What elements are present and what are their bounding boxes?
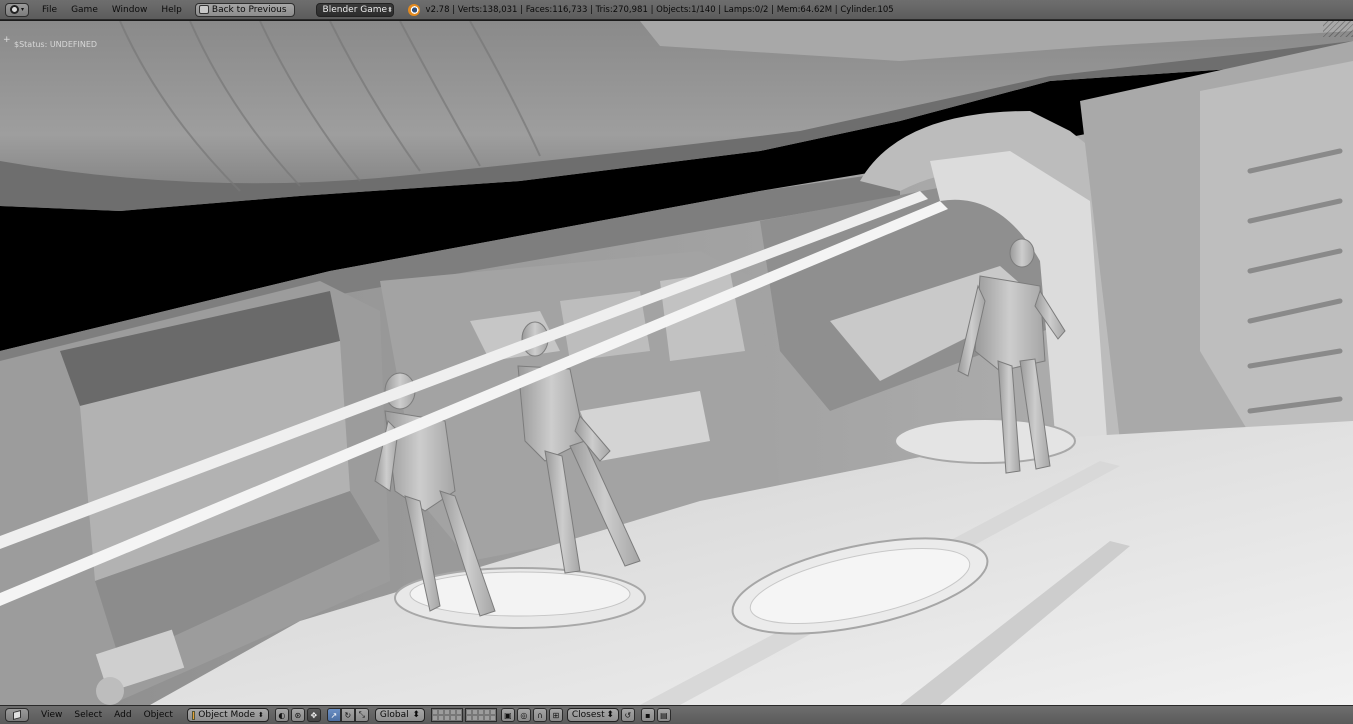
layer-block-1[interactable] — [430, 708, 463, 722]
menu-help[interactable]: Help — [154, 5, 189, 15]
area-split-handle[interactable] — [1323, 21, 1353, 37]
3d-view-icon — [13, 709, 21, 721]
transform-orientation-select[interactable]: Global ⬍ — [374, 708, 425, 722]
info-header: ▾ File Game Window Help Back to Previous… — [0, 0, 1353, 20]
align-rotation-button[interactable]: ↺ — [620, 708, 635, 722]
manipulator-icon: ✥ — [310, 710, 318, 720]
viewport-render — [0, 21, 1353, 705]
proportional-editing-button[interactable]: ◎ — [516, 708, 531, 722]
blender-logo-icon — [407, 3, 420, 16]
arrow-icon: ↗ — [330, 710, 338, 720]
info-icon — [9, 5, 19, 14]
updown-arrows-icon: ⬍ — [387, 5, 393, 14]
rotate-icon: ↻ — [344, 710, 352, 720]
transform-orientation-value: Global — [379, 710, 409, 720]
scale-icon: ⤡ — [358, 710, 366, 719]
lock-icon: ▣ — [504, 710, 512, 720]
updown-arrows-icon: ⬍ — [606, 710, 614, 720]
pivot-point-button[interactable]: ⊛ — [290, 708, 305, 722]
menu-add[interactable]: Add — [108, 710, 137, 720]
pivot-icon: ⊛ — [294, 710, 302, 720]
menu-object[interactable]: Object — [138, 710, 179, 720]
snap-target-value: Closest — [571, 710, 605, 720]
menu-view[interactable]: View — [35, 710, 68, 720]
menu-select[interactable]: Select — [68, 710, 108, 720]
interaction-mode-select[interactable]: Object Mode ⬍ — [186, 708, 269, 722]
back-to-previous-button[interactable]: Back to Previous — [194, 2, 295, 17]
manipulator-toggle[interactable]: ✥ — [306, 708, 321, 722]
menu-file[interactable]: File — [35, 5, 64, 15]
menu-game[interactable]: Game — [64, 5, 105, 15]
viewport-shading-button[interactable]: ◐ — [274, 708, 289, 722]
plus-icon[interactable]: + — [3, 35, 11, 45]
snap-target-select[interactable]: Closest ⬍ — [566, 708, 619, 722]
object-mode-icon — [191, 710, 196, 720]
updown-arrows-icon: ⬍ — [258, 711, 264, 719]
editor-type-button[interactable] — [5, 708, 29, 722]
manipulator-mode-group: ↗ ↻ ⤡ — [326, 708, 369, 722]
opengl-render-animation-button[interactable]: ▤ — [656, 708, 671, 722]
menu-window[interactable]: Window — [105, 5, 155, 15]
chevron-down-icon: ▾ — [20, 6, 24, 13]
lock-layers-button[interactable]: ▣ — [500, 708, 515, 722]
game-status-text: $Status: UNDEFINED — [14, 40, 98, 49]
layer-buttons[interactable] — [430, 708, 497, 722]
interaction-mode-value: Object Mode — [198, 710, 255, 720]
snap-increment-icon: ⊞ — [552, 710, 560, 720]
scene-statistics: v2.78 | Verts:138,031 | Faces:116,733 | … — [425, 4, 894, 15]
3d-viewport[interactable]: + $Status: UNDEFINED — [0, 21, 1353, 705]
back-to-previous-label: Back to Previous — [211, 4, 287, 15]
snap-toggle-button[interactable]: ∩ — [532, 708, 547, 722]
film-icon: ▤ — [660, 710, 668, 720]
3d-view-header: View Select Add Object Object Mode ⬍ ◐ ⊛… — [0, 705, 1353, 724]
proportional-icon: ◎ — [520, 710, 528, 720]
editor-type-button[interactable]: ▾ — [5, 2, 29, 17]
translate-manipulator-button[interactable]: ↗ — [326, 708, 341, 722]
layer-block-2[interactable] — [464, 708, 497, 722]
opengl-render-button[interactable]: ▪ — [640, 708, 655, 722]
align-icon: ↺ — [624, 710, 632, 720]
magnet-icon: ∩ — [536, 710, 543, 720]
render-engine-select[interactable]: Blender Game ⬍ — [315, 2, 394, 17]
rotate-manipulator-button[interactable]: ↻ — [340, 708, 355, 722]
screen-icon — [198, 5, 209, 14]
snap-element-button[interactable]: ⊞ — [548, 708, 563, 722]
scale-manipulator-button[interactable]: ⤡ — [354, 708, 369, 722]
updown-arrows-icon: ⬍ — [412, 710, 420, 720]
render-engine-value: Blender Game — [322, 4, 388, 15]
shading-sphere-icon: ◐ — [278, 710, 286, 720]
camera-icon: ▪ — [645, 710, 651, 720]
